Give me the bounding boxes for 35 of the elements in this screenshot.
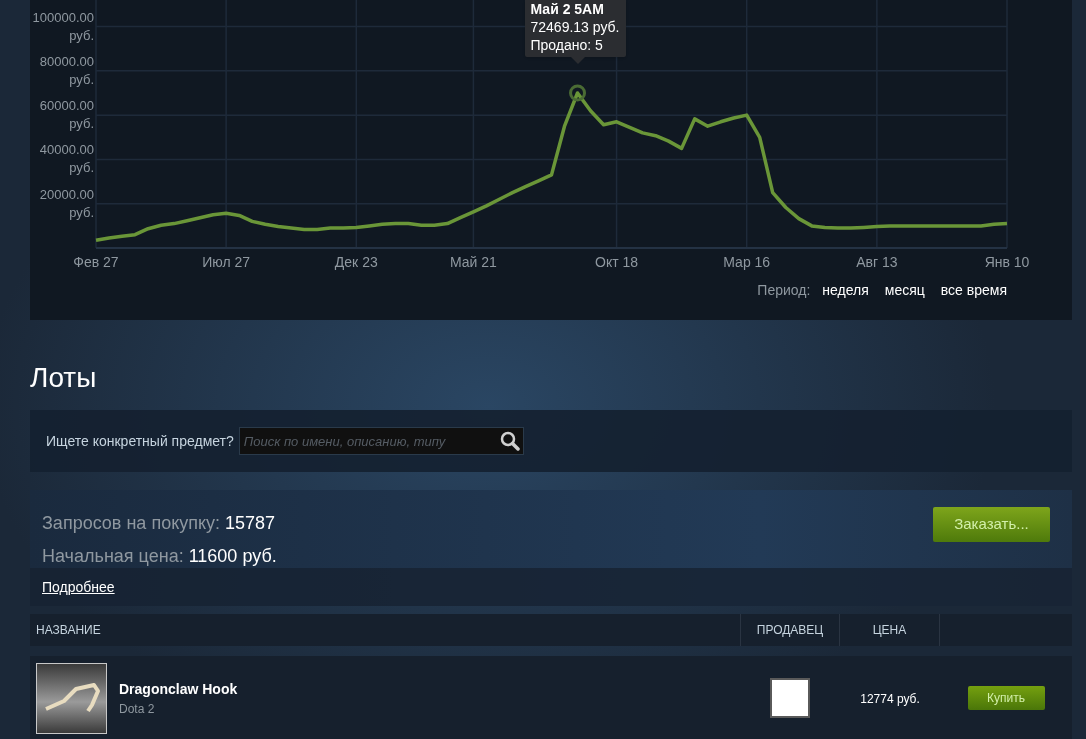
seller-avatar[interactable]	[770, 678, 810, 718]
game-name: Dota 2	[119, 700, 156, 718]
starting-price-text: Начальная цена: 11600 руб.	[42, 545, 277, 568]
x-axis-label: Окт 18	[595, 253, 639, 272]
buy-requests-text: Запросов на покупку: 15787	[42, 512, 276, 535]
tooltip-price: 72469.13 руб.	[530, 18, 620, 36]
period-link[interactable]: месяц	[884, 280, 925, 301]
item-price: 12774 руб.	[860, 692, 920, 706]
y-axis-label: 60000.00 руб.	[38, 97, 94, 134]
tooltip-sold: Продано: 5	[530, 36, 604, 54]
column-header: ЦЕНА	[840, 614, 940, 646]
search-label: Ищете конкретный предмет?	[46, 431, 234, 451]
period-link[interactable]: все время	[940, 280, 1007, 301]
hover-marker	[569, 84, 587, 102]
x-axis-label: Янв 10	[984, 253, 1030, 272]
x-axis-label: Дек 23	[334, 253, 378, 272]
period-link[interactable]: неделя	[822, 280, 869, 301]
y-axis-label: 40000.00 руб.	[38, 141, 94, 178]
x-axis-label: Мар 16	[723, 253, 771, 272]
section-title: Лоты	[30, 361, 98, 395]
x-axis-label: Май 21	[449, 253, 497, 272]
search-field[interactable]: Поиск по имени, описанию, типу	[238, 427, 524, 455]
item-name[interactable]: Dragonclaw Hook	[119, 678, 740, 700]
y-axis-label: 80000.00 руб.	[38, 52, 94, 89]
y-axis-label: 20000.00 руб.	[38, 185, 94, 222]
search-icon[interactable]	[499, 431, 520, 451]
column-header: ПРОДАВЕЦ	[740, 614, 840, 646]
x-axis-label: Июл 27	[202, 253, 251, 272]
details-link[interactable]: Подробнее	[42, 576, 115, 598]
x-axis-label: Авг 13	[856, 253, 898, 272]
x-axis-label: Фев 27	[73, 253, 119, 272]
column-header: НАЗВАНИЕ	[35, 622, 102, 639]
period-label: Период:	[757, 281, 811, 300]
y-axis-label: 100000.00 руб.	[31, 8, 94, 45]
tooltip-title: Май 2 5AM	[530, 0, 605, 18]
